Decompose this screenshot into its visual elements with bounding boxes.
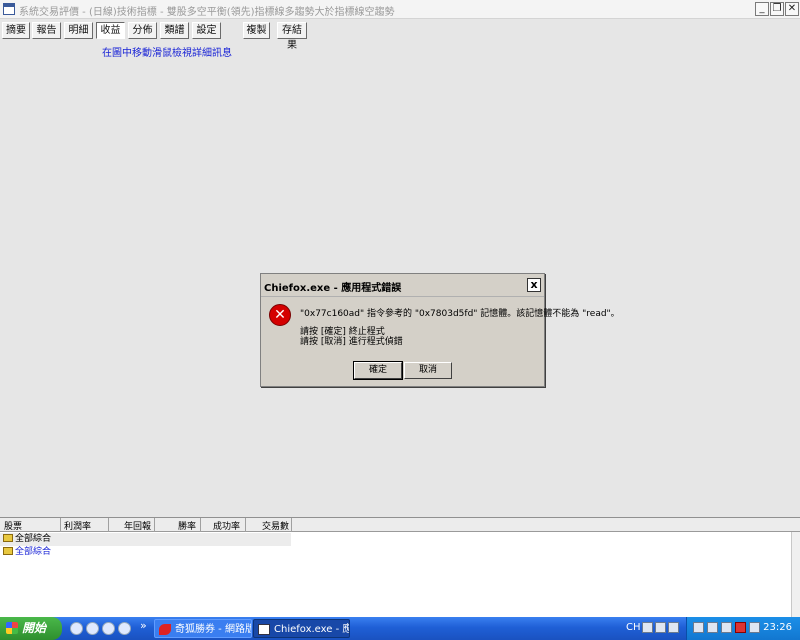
column-header-stock[interactable]: 股票 [4, 519, 22, 532]
window-icon [258, 624, 270, 635]
dialog-message: "0x77c160ad" 指令參考的 "0x7803d5fd" 記憶體。該記憶體… [300, 309, 620, 319]
m-app-icon[interactable] [735, 622, 746, 633]
toolbar-distribution-button[interactable]: 分佈 [128, 22, 157, 39]
volume-icon[interactable] [749, 622, 760, 633]
table-row[interactable]: 全部綜合 [0, 533, 291, 546]
ok-button[interactable]: 確定 [353, 361, 403, 380]
error-dialog: Chiefox.exe - 應用程式錯誤 x ✕ "0x77c160ad" 指令… [260, 273, 620, 387]
vertical-scrollbar[interactable] [791, 532, 800, 618]
window-title: 系統交易評價 - (日線)技術指標 - 雙股多空平衡(領先)指標線多趨勢大於指標… [19, 7, 395, 18]
quicklaunch-app-icon[interactable] [70, 622, 83, 635]
minimize-button[interactable]: _ [755, 2, 769, 16]
column-header-trade-count[interactable]: 交易數 [262, 519, 289, 532]
toolbar-settings-button[interactable]: 設定 [192, 22, 221, 39]
error-icon: ✕ [269, 304, 291, 326]
quicklaunch-desktop-icon[interactable] [102, 622, 115, 635]
column-header-profit-rate[interactable]: 利潤率 [64, 519, 91, 532]
results-table-header: 股票 利潤率 年回報 勝率 成功率 交易數 [0, 518, 800, 532]
column-header-annual-return[interactable]: 年回報 [124, 519, 151, 532]
system-tray: 23:26 [686, 617, 800, 640]
toolbar-report-button[interactable]: 報告 [32, 22, 61, 39]
taskbar-item-chiefox-main[interactable]: 奇狐勝券 - 網路版 - ... [154, 619, 252, 638]
row-label: 全部綜合 [15, 534, 52, 544]
toolbar-copy-button[interactable]: 複製 [243, 22, 270, 39]
results-panel: 股票 利潤率 年回報 勝率 成功率 交易數 全部綜合 全部綜合 [0, 517, 800, 618]
toolbar-profit-button[interactable]: 收益 [96, 22, 125, 39]
bird-icon [159, 624, 171, 635]
toolbar-details-button[interactable]: 明細 [64, 22, 93, 39]
row-label: 全部綜合 [15, 547, 52, 557]
ime-icon[interactable] [668, 622, 679, 633]
app-icon [3, 3, 15, 15]
quicklaunch-media-icon[interactable] [86, 622, 99, 635]
folder-icon [3, 534, 13, 542]
dialog-instruction-cancel: 請按 [取消] 進行程式偵錯 [300, 337, 403, 347]
toolbar-save-results-button[interactable]: 存結果 [277, 22, 307, 51]
cancel-button[interactable]: 取消 [404, 362, 452, 379]
dialog-title-bar[interactable]: Chiefox.exe - 應用程式錯誤 x [261, 274, 544, 297]
dialog-title: Chiefox.exe - 應用程式錯誤 [264, 283, 402, 294]
start-button[interactable]: 開始 [0, 617, 62, 640]
task-label: Chiefox.exe - 應用程... [274, 624, 349, 635]
start-label: 開始 [22, 621, 47, 635]
task-label: 奇狐勝券 - 網路版 - ... [175, 624, 252, 635]
dialog-close-button[interactable]: x [527, 278, 541, 292]
column-header-win-rate[interactable]: 勝率 [178, 519, 196, 532]
restore-button[interactable]: ❐ [770, 2, 784, 16]
shield-icon[interactable] [721, 622, 732, 633]
keyboard-icon[interactable] [642, 622, 653, 633]
input-language-indicator[interactable]: CH [626, 622, 641, 633]
help-icon[interactable] [655, 622, 666, 633]
clock: 23:26 [763, 622, 792, 633]
network-icon[interactable] [693, 622, 704, 633]
table-row[interactable]: 全部綜合 [0, 546, 51, 559]
folder-icon [3, 547, 13, 555]
column-header-success-rate[interactable]: 成功率 [213, 519, 240, 532]
close-button[interactable]: ✕ [785, 2, 799, 16]
hover-hint-text: 在圖中移動滑鼠檢視詳細訊息 [102, 48, 232, 59]
toolbar-spectrum-button[interactable]: 類譜 [160, 22, 189, 39]
window-title-bar[interactable]: 系統交易評價 - (日線)技術指標 - 雙股多空平衡(領先)指標線多趨勢大於指標… [0, 0, 800, 19]
quicklaunch-browser-icon[interactable] [118, 622, 131, 635]
windows-logo-icon [6, 622, 18, 634]
quicklaunch-overflow-chevron[interactable]: » [140, 619, 147, 632]
toolbar-summary-button[interactable]: 摘要 [2, 22, 30, 39]
taskbar-item-error-dialog[interactable]: Chiefox.exe - 應用程... [253, 619, 350, 638]
security-icon[interactable] [707, 622, 718, 633]
taskbar: 開始 » 奇狐勝券 - 網路版 - ... Chiefox.exe - 應用程.… [0, 617, 800, 640]
